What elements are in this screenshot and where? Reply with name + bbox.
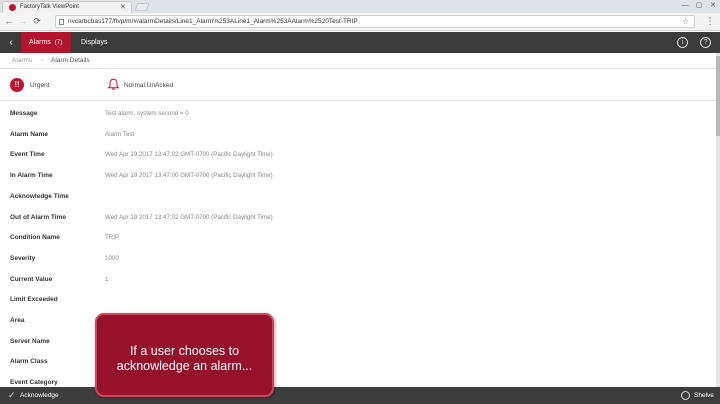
- detail-value: Wed Apr 19 2017 13:47:02 GMT-0700 (Pacif…: [105, 213, 273, 221]
- callout-line-1: If a user chooses to: [129, 344, 240, 358]
- detail-value: 1: [105, 275, 109, 283]
- browser-menu-icon[interactable]: ⋮: [704, 15, 716, 28]
- close-window-icon[interactable]: ✕: [706, 0, 720, 12]
- back-chevron-icon[interactable]: ‹: [2, 32, 20, 53]
- browser-tab-strip: FactoryTalk ViewPoint ✕ — ▢ ✕: [0, 0, 720, 13]
- tab-displays-label: Displays: [81, 39, 108, 46]
- bell-icon: [107, 78, 120, 90]
- detail-label: Out of Alarm Time: [10, 213, 66, 221]
- alarm-state-label: Normal,UnAcked: [124, 82, 174, 89]
- maximize-window-icon[interactable]: ▢: [692, 0, 706, 12]
- detail-row-alarm-name: Alarm Name Alarm Test: [0, 125, 716, 146]
- detail-label: Severity: [10, 254, 36, 262]
- page-info-icon[interactable]: [59, 19, 64, 25]
- new-tab-button[interactable]: [134, 3, 150, 11]
- detail-label: Acknowledge Time: [10, 192, 69, 200]
- detail-value: Wed Apr 19 2017 13:47:02 GMT-0700 (Pacif…: [105, 151, 273, 159]
- tab-alarms[interactable]: Alarms (7): [21, 32, 71, 53]
- browser-tab-title: FactoryTalk ViewPoint: [20, 4, 79, 10]
- detail-row-condition-name: Condition Name TRIP: [0, 228, 716, 249]
- checkmark-icon: ✓: [8, 390, 16, 400]
- app-top-bar: ‹ Alarms (7) Displays i ?: [0, 32, 720, 53]
- detail-row-severity: Severity 1000: [0, 249, 716, 270]
- url-input[interactable]: nvcarbcbas177/ftvp/m/#/alarmDetails/Line…: [55, 15, 695, 28]
- alarm-count-badge: (7): [54, 40, 63, 46]
- browser-address-bar: ← → ⟳ nvcarbcbas177/ftvp/m/#/alarmDetail…: [0, 13, 720, 31]
- detail-label: In Alarm Time: [10, 172, 53, 180]
- url-text: nvcarbcbas177/ftvp/m/#/alarmDetails/Line…: [68, 18, 358, 25]
- acknowledge-label: Acknowledge: [20, 392, 59, 399]
- info-icon[interactable]: i: [677, 37, 688, 48]
- detail-row-limit-exceeded: Limit Exceeded: [0, 290, 716, 311]
- scrollbar-thumb[interactable]: [716, 56, 720, 136]
- detail-label: Event Time: [10, 151, 45, 159]
- browser-tab[interactable]: FactoryTalk ViewPoint ✕: [2, 1, 132, 13]
- breadcrumb-alarms-link[interactable]: Alarms: [12, 53, 32, 69]
- help-icon[interactable]: ?: [700, 37, 711, 48]
- detail-label: Current Value: [10, 275, 53, 283]
- detail-value: Wed Apr 19 2017 13:47:00 GMT-0700 (Pacif…: [105, 172, 273, 180]
- urgent-severity-icon: !!: [10, 78, 24, 92]
- detail-value: Alarm Test: [105, 130, 135, 138]
- detail-row-message: Message Test alarm, system second = 0: [0, 104, 716, 125]
- detail-value: 1000: [105, 254, 119, 262]
- browser-back-icon[interactable]: ←: [3, 15, 15, 28]
- callout-line-2: acknowledge an alarm...: [116, 359, 253, 373]
- detail-row-current-value: Current Value 1: [0, 270, 716, 291]
- tab-alarms-label: Alarms: [29, 39, 51, 46]
- minimize-window-icon[interactable]: —: [678, 0, 692, 12]
- detail-label: Server Name: [10, 337, 50, 345]
- detail-label: Limit Exceeded: [10, 296, 58, 304]
- shelve-button[interactable]: Shelve: [681, 387, 714, 404]
- severity-label: Urgent: [30, 82, 50, 89]
- browser-forward-icon[interactable]: →: [17, 15, 29, 28]
- tutorial-callout: If a user chooses to acknowledge an alar…: [95, 313, 274, 397]
- detail-row-acknowledge-time: Acknowledge Time: [0, 187, 716, 208]
- acknowledge-button[interactable]: ✓ Acknowledge: [6, 387, 59, 404]
- detail-value: TRIP: [105, 234, 120, 242]
- tab-displays[interactable]: Displays: [74, 32, 114, 53]
- detail-label: Alarm Name: [10, 130, 48, 138]
- detail-label: Event Category: [10, 379, 58, 387]
- detail-row-out-of-alarm-time: Out of Alarm Time Wed Apr 19 2017 13:47:…: [0, 208, 716, 229]
- detail-value: Test alarm, system second = 0: [105, 110, 189, 117]
- breadcrumb-current: Alarm Details: [51, 57, 90, 64]
- alarm-status-row: !! Urgent Normal,UnAcked: [0, 70, 716, 101]
- detail-label: Condition Name: [10, 234, 60, 242]
- close-tab-icon[interactable]: ✕: [120, 2, 126, 13]
- site-favicon-icon: [9, 4, 16, 11]
- detail-row-event-time: Event Time Wed Apr 19 2017 13:47:02 GMT-…: [0, 145, 716, 166]
- bookmark-star-icon[interactable]: ☆: [682, 16, 689, 27]
- detail-label: Message: [10, 110, 38, 117]
- detail-label: Area: [10, 317, 25, 324]
- shelve-label: Shelve: [694, 392, 714, 399]
- detail-row-in-alarm-time: In Alarm Time Wed Apr 19 2017 13:47:00 G…: [0, 166, 716, 187]
- detail-label: Alarm Class: [10, 358, 48, 366]
- shelve-icon: [681, 391, 690, 400]
- breadcrumb: Alarms › Alarm Details: [0, 53, 716, 69]
- reload-icon[interactable]: ⟳: [31, 15, 43, 28]
- breadcrumb-chevron-icon: ›: [41, 57, 44, 64]
